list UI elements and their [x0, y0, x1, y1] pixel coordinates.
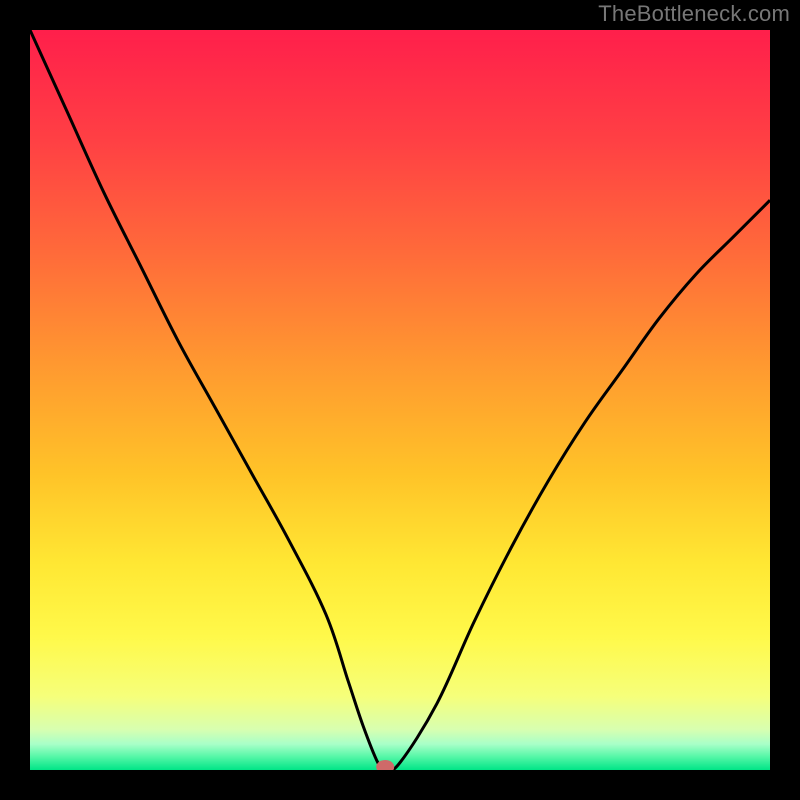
plot-area — [30, 30, 770, 770]
gradient-background — [30, 30, 770, 770]
chart-frame: TheBottleneck.com — [0, 0, 800, 800]
watermark-text: TheBottleneck.com — [598, 1, 790, 27]
bottleneck-chart — [30, 30, 770, 770]
